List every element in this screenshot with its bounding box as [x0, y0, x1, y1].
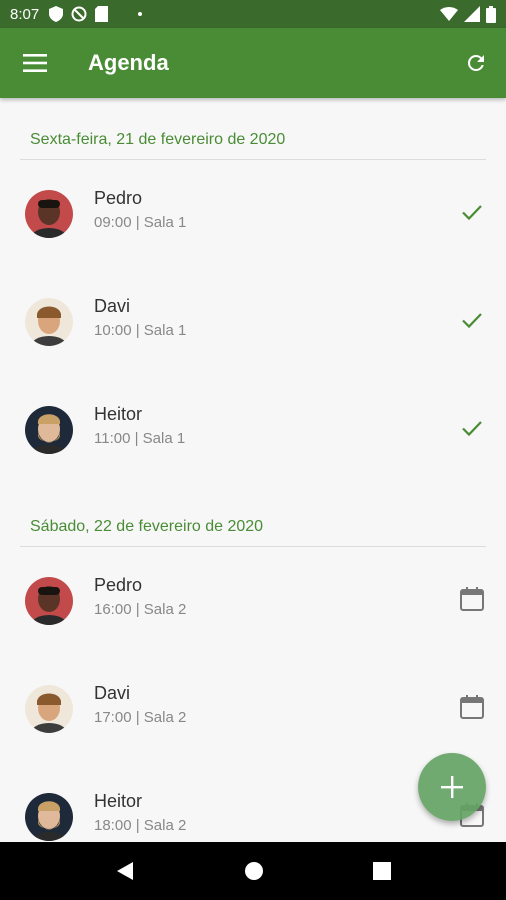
confirmed-status[interactable]: [458, 306, 486, 334]
check-icon: [462, 421, 482, 437]
appointment-name: Davi: [94, 296, 131, 316]
avatar: [25, 298, 73, 346]
section-header-date: Sábado, 22 de fevereiro de 2020: [20, 507, 486, 547]
wifi-icon: [440, 7, 458, 21]
schedule-button[interactable]: [458, 693, 486, 721]
appointment-detail: 09:00 | Sala 1: [94, 214, 187, 231]
back-icon[interactable]: [115, 861, 135, 881]
list-item[interactable]: Davi 10:00 | Sala 1: [0, 268, 506, 376]
recents-icon[interactable]: [373, 862, 392, 880]
calendar-icon: [460, 587, 484, 611]
system-nav-bar: [0, 842, 506, 900]
refresh-icon: [467, 54, 484, 71]
list-item[interactable]: Heitor 11:00 | Sala 1: [0, 376, 506, 484]
menu-icon: [23, 54, 47, 72]
appointment-detail: 16:00 | Sala 2: [94, 601, 187, 618]
list-item[interactable]: Davi 17:00 | Sala 2: [0, 655, 506, 763]
check-icon: [462, 205, 482, 221]
appointment-detail: 11:00 | Sala 1: [94, 430, 186, 447]
shield-icon: [49, 6, 64, 22]
appointment-name: Heitor: [94, 791, 143, 811]
menu-button[interactable]: [0, 28, 70, 98]
avatar: [25, 406, 73, 454]
no-disturb-icon: [71, 6, 87, 22]
list-item[interactable]: Pedro 16:00 | Sala 2: [0, 547, 506, 655]
calendar-icon: [460, 695, 484, 719]
confirmed-status[interactable]: [458, 198, 486, 226]
add-appointment-button[interactable]: [418, 753, 486, 821]
avatar: [25, 577, 73, 625]
avatar: [25, 685, 73, 733]
appointment-name: Pedro: [94, 575, 143, 595]
battery-icon: [486, 5, 496, 23]
status-time: 8:07: [10, 5, 40, 23]
home-icon[interactable]: [244, 861, 264, 881]
section-header-date: Sexta-feira, 21 de fevereiro de 2020: [20, 120, 486, 160]
appointment-detail: 18:00 | Sala 2: [94, 817, 187, 834]
check-icon: [462, 313, 482, 329]
refresh-button[interactable]: [446, 28, 506, 98]
app-bar: Agenda: [0, 28, 506, 98]
appointment-detail: 17:00 | Sala 2: [94, 709, 187, 726]
dot-icon: [138, 12, 143, 16]
confirmed-status[interactable]: [458, 414, 486, 442]
avatar: [25, 793, 73, 841]
avatar: [25, 190, 73, 238]
appointment-detail: 10:00 | Sala 1: [94, 322, 187, 339]
list-item[interactable]: Pedro 09:00 | Sala 1: [0, 160, 506, 268]
status-bar: 8:07: [0, 0, 506, 28]
add-icon: [441, 776, 463, 798]
appointment-name: Davi: [94, 683, 131, 703]
agenda-list[interactable]: Sexta-feira, 21 de fevereiro de 2020 Ped…: [0, 98, 506, 842]
schedule-button[interactable]: [458, 585, 486, 613]
appointment-name: Pedro: [94, 188, 143, 208]
appointment-name: Heitor: [94, 404, 143, 424]
sd-card-icon: [95, 6, 109, 22]
signal-icon: [464, 6, 480, 22]
page-title: Agenda: [88, 50, 169, 75]
